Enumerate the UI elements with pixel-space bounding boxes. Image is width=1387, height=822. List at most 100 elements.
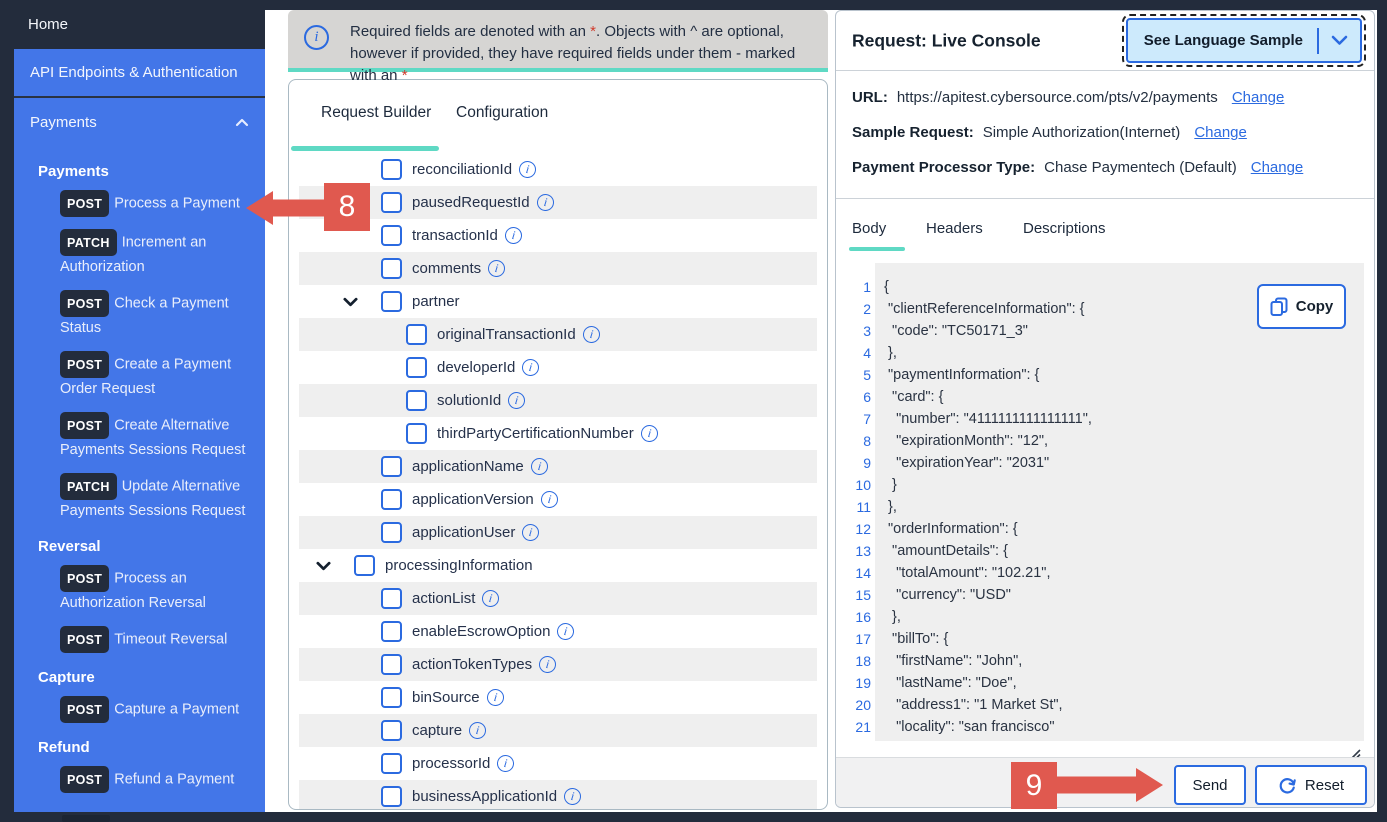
line-number: 12 — [848, 518, 871, 540]
info-icon[interactable]: i — [481, 589, 500, 608]
line-number: 21 — [848, 716, 871, 738]
field-checkbox[interactable] — [381, 192, 402, 213]
line-number: 17 — [848, 628, 871, 650]
copy-button[interactable]: Copy — [1257, 284, 1346, 329]
info-icon[interactable]: i — [530, 457, 549, 476]
field-checkbox[interactable] — [381, 720, 402, 741]
sidebar-endpoint-item[interactable]: POSTCreate a Payment Order Request — [60, 351, 257, 400]
sidebar-endpoint-item[interactable]: PATCHIncrement an Authorization — [60, 229, 257, 278]
annotation-arrow-left — [246, 186, 326, 230]
info-icon[interactable]: i — [640, 424, 659, 443]
line-number: 3 — [848, 320, 871, 342]
sidebar-endpoint-item[interactable]: POSTProcess an Authorization Reversal — [60, 565, 257, 614]
info-icon[interactable]: i — [485, 688, 504, 707]
sidebar-endpoint-item[interactable]: POSTProcess a Payment — [60, 190, 257, 217]
request-meta: URL: https://apitest.cybersource.com/pts… — [836, 71, 1374, 199]
info-icon[interactable]: i — [540, 490, 559, 509]
sidebar-endpoint-item[interactable]: POSTRefund a Payment — [60, 766, 257, 793]
field-row: enableEscrowOptioni — [299, 615, 817, 648]
line-number: 10 — [848, 474, 871, 496]
field-checkbox[interactable] — [381, 786, 402, 807]
see-language-sample-button[interactable]: See Language Sample — [1126, 18, 1362, 63]
field-checkbox[interactable] — [381, 489, 402, 510]
chevron-down-icon[interactable] — [316, 561, 338, 571]
request-body-editor[interactable]: 123456789101112131415161718192021 { "cli… — [848, 263, 1364, 741]
code-line: "currency": "USD" — [884, 584, 1364, 606]
sidebar-endpoint-item[interactable]: POSTTimeout Reversal — [60, 626, 257, 653]
field-row: applicationUseri — [299, 516, 817, 549]
sidebar-item-home[interactable]: Home — [0, 0, 265, 49]
sample-request-value: Simple Authorization(Internet) — [983, 124, 1181, 141]
sidebar-group-payments[interactable]: Payments — [14, 98, 265, 147]
tab-configuration[interactable]: Configuration — [456, 80, 548, 146]
sidebar-section-title: Payments — [38, 163, 265, 180]
field-checkbox[interactable] — [381, 621, 402, 642]
info-icon[interactable]: i — [468, 721, 487, 740]
line-number: 7 — [848, 408, 871, 430]
field-checkbox[interactable] — [406, 423, 427, 444]
tab-request-builder[interactable]: Request Builder — [321, 80, 431, 146]
copy-icon — [1270, 297, 1288, 317]
url-label: URL: — [852, 89, 888, 106]
field-checkbox[interactable] — [381, 588, 402, 609]
sidebar-endpoint-item[interactable]: POSTCapture a Payment — [60, 696, 257, 723]
active-tab-indicator — [849, 247, 905, 251]
line-number: 5 — [848, 364, 871, 386]
field-label: actionList — [412, 590, 475, 607]
annotation-badge-9: 9 — [1011, 762, 1057, 809]
field-checkbox[interactable] — [381, 291, 402, 312]
info-icon[interactable]: i — [518, 160, 537, 179]
info-icon[interactable]: i — [487, 259, 506, 278]
info-icon[interactable]: i — [582, 325, 601, 344]
change-processor-link[interactable]: Change — [1251, 159, 1304, 176]
field-checkbox[interactable] — [381, 159, 402, 180]
sidebar-item-api-endpoints[interactable]: API Endpoints & Authentication — [14, 49, 265, 98]
info-icon[interactable]: i — [507, 391, 526, 410]
tab-headers[interactable]: Headers — [926, 199, 983, 257]
sidebar-endpoint-item[interactable]: POSTCheck a Payment Status — [60, 290, 257, 339]
field-checkbox[interactable] — [406, 390, 427, 411]
field-checkbox[interactable] — [406, 357, 427, 378]
field-label: processingInformation — [385, 557, 533, 574]
line-numbers: 123456789101112131415161718192021 — [848, 263, 875, 741]
sidebar-endpoint-item[interactable]: POSTCreate Alternative Payments Sessions… — [60, 412, 257, 461]
field-checkbox[interactable] — [381, 225, 402, 246]
field-checkbox[interactable] — [406, 324, 427, 345]
chevron-up-icon[interactable] — [235, 118, 249, 127]
field-label: actionTokenTypes — [412, 656, 532, 673]
field-checkbox[interactable] — [381, 456, 402, 477]
field-checkbox[interactable] — [381, 753, 402, 774]
tab-descriptions[interactable]: Descriptions — [1023, 199, 1106, 257]
field-checkbox[interactable] — [381, 258, 402, 279]
field-label: thirdPartyCertificationNumber — [437, 425, 634, 442]
change-url-link[interactable]: Change — [1232, 89, 1285, 106]
field-row: processingInformation — [299, 549, 817, 582]
field-checkbox[interactable] — [354, 555, 375, 576]
info-icon[interactable]: i — [521, 358, 540, 377]
field-checkbox[interactable] — [381, 654, 402, 675]
sample-request-label: Sample Request: — [852, 124, 974, 141]
reset-button[interactable]: Reset — [1255, 765, 1367, 805]
info-icon[interactable]: i — [556, 622, 575, 641]
field-row: reconciliationIdi — [299, 153, 817, 186]
sidebar: API Endpoints & Authentication Payments … — [14, 49, 265, 812]
info-icon[interactable]: i — [496, 754, 515, 773]
info-icon[interactable]: i — [535, 193, 554, 212]
field-label: applicationName — [412, 458, 524, 475]
change-sample-link[interactable]: Change — [1194, 124, 1247, 141]
field-checkbox[interactable] — [381, 522, 402, 543]
chevron-down-icon[interactable] — [343, 297, 365, 307]
field-row: solutionIdi — [299, 384, 817, 417]
json-code[interactable]: { "clientReferenceInformation": { "code"… — [875, 263, 1364, 741]
info-icon[interactable]: i — [521, 523, 540, 542]
chevron-down-icon[interactable] — [1331, 35, 1348, 46]
field-checkbox[interactable] — [381, 687, 402, 708]
sidebar-endpoint-item[interactable]: PATCHUpdate Alternative Payments Session… — [60, 473, 257, 522]
field-row: commentsi — [299, 252, 817, 285]
info-icon[interactable]: i — [538, 655, 557, 674]
line-number: 14 — [848, 562, 871, 584]
info-icon[interactable]: i — [563, 787, 582, 806]
info-icon[interactable]: i — [504, 226, 523, 245]
active-tab-indicator — [291, 146, 439, 151]
send-button[interactable]: Send — [1174, 765, 1246, 805]
